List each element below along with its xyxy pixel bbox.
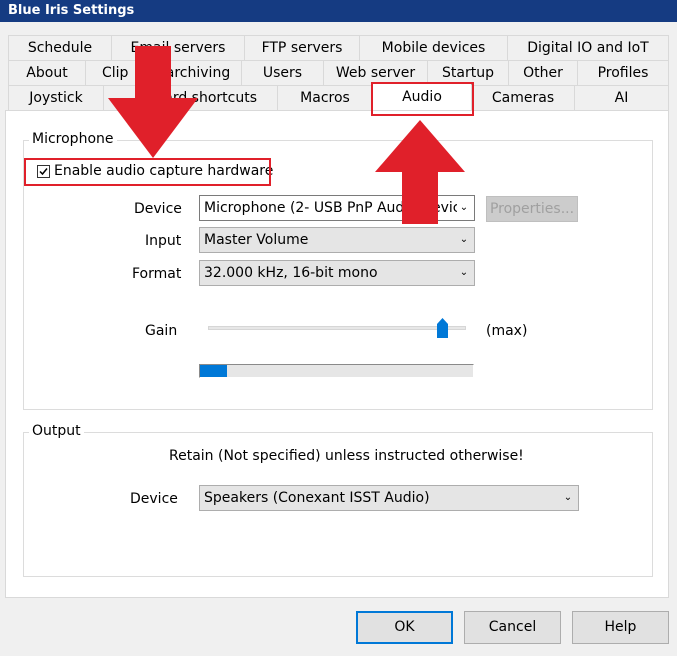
tab-macros[interactable]: Macros (277, 85, 373, 110)
enable-checkbox-highlight-box (24, 158, 271, 186)
gain-max-label: (max) (486, 323, 528, 339)
ok-button[interactable]: OK (356, 611, 453, 644)
cancel-button[interactable]: Cancel (464, 611, 561, 644)
mic-input-label: Input (145, 233, 182, 249)
audio-tab-highlight-box (371, 82, 474, 116)
output-device-value: Speakers (Conexant ISST Audio) (204, 490, 430, 506)
mic-format-label: Format (132, 266, 182, 282)
retain-notice: Retain (Not specified) unless instructed… (169, 448, 524, 464)
mic-input-value: Master Volume (204, 232, 309, 248)
tab-profiles[interactable]: Profiles (577, 60, 669, 85)
help-button[interactable]: Help (572, 611, 669, 644)
tab-joystick[interactable]: Joystick (8, 85, 104, 110)
chevron-down-icon: ⌄ (457, 228, 471, 252)
audio-level-fill (200, 365, 228, 377)
tab-mobile-devices[interactable]: Mobile devices (359, 35, 508, 60)
microphone-group-title: Microphone (29, 131, 117, 147)
tab-ai[interactable]: AI (574, 85, 669, 110)
output-group-title: Output (29, 423, 84, 439)
tab-cameras[interactable]: Cameras (471, 85, 575, 110)
chevron-down-icon: ⌄ (561, 486, 575, 510)
output-device-label: Device (130, 491, 178, 507)
properties-button[interactable]: Properties... (486, 196, 578, 222)
gain-label: Gain (145, 323, 178, 339)
window-titlebar: Blue Iris Settings (0, 0, 677, 22)
tab-schedule[interactable]: Schedule (8, 35, 112, 60)
gain-slider-thumb[interactable] (437, 318, 449, 338)
tab-about[interactable]: About (8, 60, 86, 85)
window-title: Blue Iris Settings (8, 3, 135, 18)
tab-ftp-servers[interactable]: FTP servers (244, 35, 360, 60)
mic-device-label: Device (134, 201, 182, 217)
up-arrow-annotation-icon (375, 120, 465, 224)
slider-thumb-icon (437, 318, 449, 338)
chevron-down-icon: ⌄ (457, 261, 471, 285)
mic-format-select[interactable]: 32.000 kHz, 16-bit mono ⌄ (199, 260, 475, 286)
tab-other[interactable]: Other (508, 60, 578, 85)
down-arrow-annotation-icon (108, 46, 198, 158)
output-device-select[interactable]: Speakers (Conexant ISST Audio) ⌄ (199, 485, 579, 511)
mic-format-value: 32.000 kHz, 16-bit mono (204, 265, 378, 281)
tab-users[interactable]: Users (241, 60, 324, 85)
mic-input-select[interactable]: Master Volume ⌄ (199, 227, 475, 253)
tab-digital-io-iot[interactable]: Digital IO and IoT (507, 35, 669, 60)
audio-level-meter (199, 364, 474, 378)
gain-slider-track[interactable] (208, 326, 466, 330)
